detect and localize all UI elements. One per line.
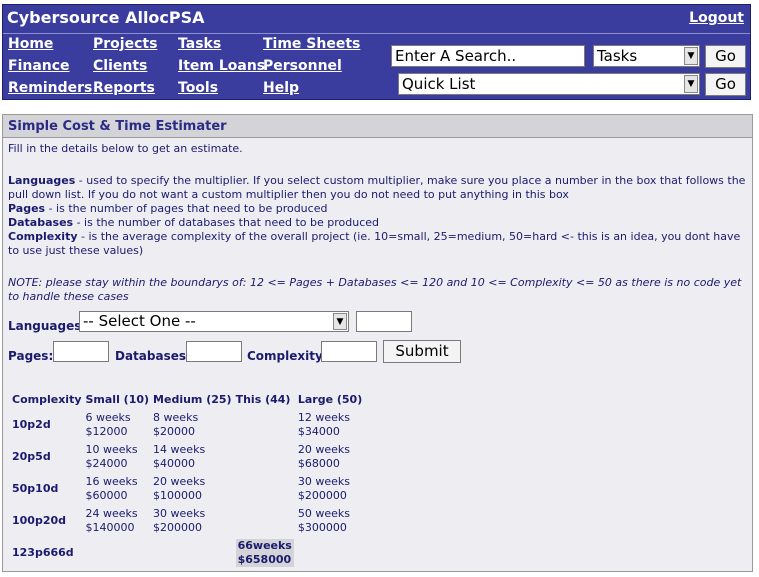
pages-label: Pages: <box>8 349 54 363</box>
help-desc: - is the number of databases that need t… <box>73 216 379 229</box>
row-label: 10p2d <box>12 418 51 431</box>
table-cell <box>84 537 152 569</box>
estimate-table: Complexity Small (10) Medium (25) This (… <box>10 389 364 569</box>
search-input[interactable]: Enter A Search.. <box>391 45 585 67</box>
help-pages: Pages - is the number of pages that need… <box>8 202 327 216</box>
help-languages: Languages - used to specify the multipli… <box>8 174 748 202</box>
table-row: 100p20d 24 weeks $140000 30 weeks $200000 … <box>10 505 364 537</box>
custom-multiplier-input[interactable] <box>356 311 412 332</box>
pages-input[interactable] <box>53 341 109 362</box>
help-desc: - is the average complexity of the overa… <box>8 230 741 257</box>
top-header: Cybersource AllocPSA Logout Home Project… <box>2 4 751 100</box>
table-cell: 66weeks $658000 <box>234 537 296 569</box>
table-row: 10p2d 6 weeks $12000 8 weeks $20000 12 wee… <box>10 409 364 441</box>
help-desc: - used to specify the multiplier. If you… <box>8 174 746 201</box>
databases-input[interactable] <box>186 341 242 362</box>
help-desc: - is the number of pages that need to be… <box>45 202 328 215</box>
search-go-button[interactable]: Go <box>705 45 746 68</box>
column-header: Small (10) <box>85 392 150 406</box>
nav-finance[interactable]: Finance <box>8 58 70 74</box>
table-cell: 12 weeks $34000 <box>297 411 350 438</box>
header-divider <box>3 33 750 34</box>
databases-label: Databases: <box>115 349 191 363</box>
nav-clients[interactable]: Clients <box>93 58 147 74</box>
help-term: Pages <box>8 202 46 215</box>
nav-reminders[interactable]: Reminders <box>8 80 92 96</box>
row-label: 20p5d <box>12 450 51 463</box>
table-cell: 8 weeks $20000 <box>153 411 199 438</box>
complexity-input[interactable] <box>321 341 377 362</box>
column-header: Large (50) <box>297 392 363 406</box>
column-header: This (44) <box>235 392 291 406</box>
nav-projects[interactable]: Projects <box>93 36 157 52</box>
intro-text: Fill in the details below to get an esti… <box>8 142 243 155</box>
chevron-down-icon: ▼ <box>333 313 347 330</box>
table-row: 123p666d 66weeks $658000 <box>10 537 364 569</box>
table-cell: 14 weeks $40000 <box>153 443 206 470</box>
app-title: Cybersource AllocPSA <box>7 8 205 27</box>
table-cell: 30 weeks $200000 <box>153 507 206 534</box>
languages-select[interactable]: -- Select One -- ▼ <box>79 311 349 332</box>
quick-list-value: Quick List <box>402 75 476 93</box>
chevron-down-icon: ▼ <box>684 75 698 93</box>
help-complexity: Complexity - is the average complexity o… <box>8 230 748 258</box>
table-cell <box>234 409 296 441</box>
row-label: 123p666d <box>12 546 74 559</box>
nav-reports[interactable]: Reports <box>93 80 155 96</box>
nav-tools[interactable]: Tools <box>178 80 218 96</box>
help-term: Languages <box>8 174 76 187</box>
table-header-row: Complexity Small (10) Medium (25) This (… <box>10 389 364 409</box>
column-header: Medium (25) <box>153 392 232 406</box>
table-cell <box>151 537 234 569</box>
table-cell <box>234 441 296 473</box>
table-cell: 50 weeks $300000 <box>297 507 350 534</box>
search-category-select[interactable]: Tasks ▼ <box>593 45 700 67</box>
help-databases: Databases - is the number of databases t… <box>8 216 379 230</box>
help-term: Complexity <box>8 230 78 243</box>
table-cell <box>234 473 296 505</box>
nav-time-sheets[interactable]: Time Sheets <box>263 36 360 52</box>
languages-value: -- Select One -- <box>83 312 196 330</box>
table-cell: 16 weeks $60000 <box>85 475 138 502</box>
nav-item-loans[interactable]: Item Loans <box>178 58 265 74</box>
row-label: 100p20d <box>12 514 67 527</box>
table-cell <box>234 505 296 537</box>
table-cell: 20 weeks $68000 <box>297 443 350 470</box>
logout-link[interactable]: Logout <box>689 10 744 26</box>
complexity-label: Complexity: <box>247 349 328 363</box>
boundary-note: NOTE: please stay within the boundarys o… <box>8 276 742 303</box>
quick-list-select[interactable]: Quick List ▼ <box>398 73 700 95</box>
table-cell: 20 weeks $100000 <box>153 475 206 502</box>
column-header: Complexity <box>12 392 82 406</box>
table-cell: 24 weeks $140000 <box>85 507 138 534</box>
table-row: 50p10d 16 weeks $60000 20 weeks $100000 30… <box>10 473 364 505</box>
table-row: 20p5d 10 weeks $24000 14 weeks $40000 20 w… <box>10 441 364 473</box>
this-estimate: 66weeks $658000 <box>235 539 294 567</box>
table-cell: 10 weeks $24000 <box>85 443 138 470</box>
nav-personnel[interactable]: Personnel <box>263 58 342 74</box>
help-term: Databases <box>8 216 74 229</box>
quick-list-go-button[interactable]: Go <box>705 73 746 96</box>
table-cell <box>296 537 364 569</box>
nav-tasks[interactable]: Tasks <box>178 36 221 52</box>
languages-label: Languages: <box>8 319 87 333</box>
nav-help[interactable]: Help <box>263 80 299 96</box>
submit-button[interactable]: Submit <box>383 340 461 363</box>
panel-title: Simple Cost & Time Estimater <box>3 115 752 138</box>
table-cell: 30 weeks $200000 <box>297 475 350 502</box>
estimator-panel: Simple Cost & Time Estimater Fill in the… <box>2 114 753 572</box>
chevron-down-icon: ▼ <box>684 47 698 65</box>
search-category-value: Tasks <box>597 47 638 65</box>
nav-home[interactable]: Home <box>8 36 53 52</box>
row-label: 50p10d <box>12 482 59 495</box>
table-cell: 6 weeks $12000 <box>85 411 131 438</box>
